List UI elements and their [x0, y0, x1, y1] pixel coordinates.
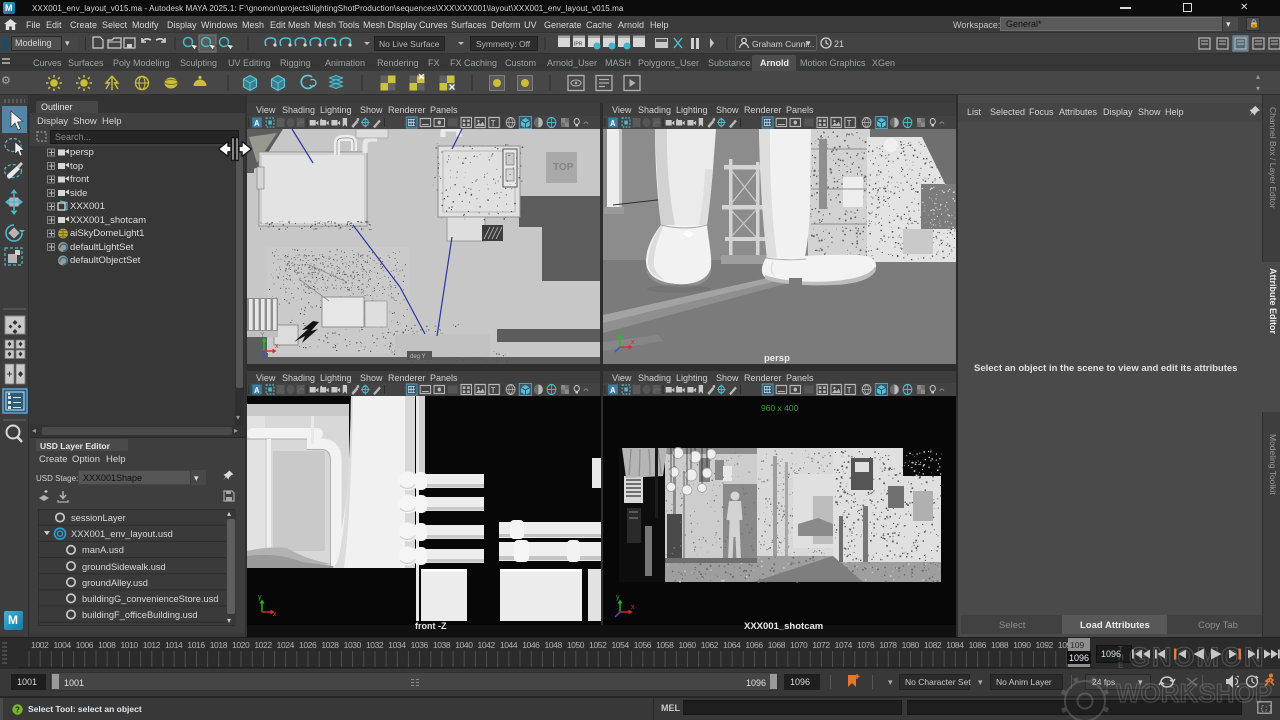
svg-text:y: y — [616, 594, 620, 601]
svg-text:WORKSHOP: WORKSHOP — [1116, 678, 1272, 708]
svg-text:TOP: TOP — [553, 162, 574, 173]
svg-text:◂: ◂ — [320, 384, 322, 388]
svg-text:Y: Y — [616, 329, 621, 336]
svg-text:deg Y: deg Y — [410, 354, 426, 360]
svg-text:◂: ◂ — [676, 117, 678, 121]
svg-text:A: A — [610, 119, 616, 129]
svg-text:A: A — [610, 386, 616, 396]
svg-text:persp: persp — [764, 353, 790, 364]
svg-text:x: x — [273, 611, 277, 618]
svg-text:◂: ◂ — [320, 117, 322, 121]
svg-text:x: x — [631, 604, 635, 611]
svg-text:T: T — [491, 119, 496, 129]
svg-text:Y: Y — [260, 332, 265, 339]
svg-text:A: A — [254, 119, 260, 129]
svg-text:IPR: IPR — [574, 42, 583, 48]
svg-text:960 x 400: 960 x 400 — [761, 403, 799, 413]
svg-text:A: A — [254, 386, 260, 396]
svg-text:T: T — [491, 386, 496, 396]
svg-text:E: E — [1118, 661, 1124, 670]
svg-text:T: T — [847, 386, 852, 396]
svg-text:y: y — [258, 594, 262, 601]
svg-text:?: ? — [15, 706, 20, 715]
svg-text:GNOMON: GNOMON — [1129, 642, 1266, 672]
svg-text:◂: ◂ — [676, 384, 678, 388]
svg-text:x: x — [631, 339, 635, 346]
svg-text:T: T — [847, 119, 852, 129]
svg-text:x: x — [275, 343, 279, 350]
